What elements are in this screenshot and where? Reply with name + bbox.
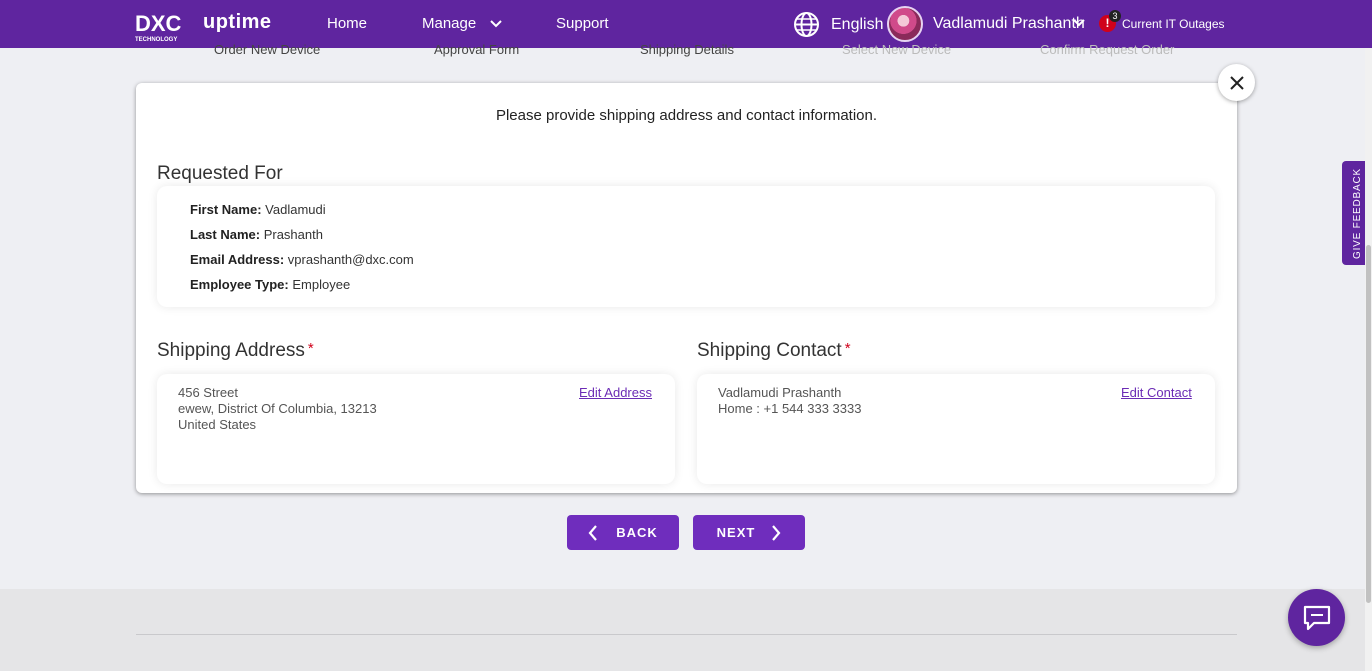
address-line-2: ewew, District Of Columbia, 13213 [178, 401, 377, 416]
first-name-row: First Name: Vadlamudi [190, 202, 326, 217]
close-button[interactable] [1218, 64, 1255, 101]
shipping-contact-title: Shipping Contact * [697, 340, 851, 362]
employee-type-value: Employee [292, 277, 351, 292]
next-button-label: NEXT [716, 525, 756, 540]
edit-contact-link[interactable]: Edit Contact [1121, 385, 1192, 400]
nav-manage-label: Manage [422, 15, 477, 32]
step-confirm-request-order: Confirm Request Order [1040, 42, 1175, 57]
first-name-label: First Name: [190, 202, 262, 217]
app-name: uptime [203, 11, 272, 33]
chevron-left-icon [588, 524, 598, 541]
shipping-details-card: Please provide shipping address and cont… [136, 83, 1237, 493]
language-selector[interactable]: English [831, 16, 883, 34]
back-button[interactable]: BACK [567, 515, 679, 550]
chevron-down-icon[interactable] [1073, 19, 1085, 27]
dxc-logo[interactable]: DXC TECHNOLOGY [135, 11, 195, 43]
chat-icon [1303, 605, 1330, 630]
shipping-contact-title-text: Shipping Contact [697, 340, 842, 361]
chevron-right-icon [772, 524, 781, 541]
address-line-3: United States [178, 417, 257, 432]
last-name-label: Last Name: [190, 227, 261, 242]
employee-type-label: Employee Type: [190, 277, 289, 292]
step-select-new-device: Select New Device [842, 42, 952, 57]
email-row: Email Address: vprashanth@dxc.com [190, 252, 414, 267]
requested-for-panel: First Name: Vadlamudi Last Name: Prashan… [157, 186, 1215, 307]
address-line-1: 456 Street [178, 385, 238, 400]
shipping-address-title: Shipping Address * [157, 340, 314, 362]
email-value: vprashanth@dxc.com [287, 252, 414, 267]
required-marker: * [307, 340, 314, 357]
step-approval-form: Approval Form [434, 42, 520, 57]
contact-phone: Home : +1 544 333 3333 [718, 401, 862, 416]
step-order-new-device: Order New Device [214, 42, 321, 57]
step-shipping-details: Shipping Details [640, 42, 734, 57]
shipping-contact-panel: Vadlamudi Prashanth Home : +1 544 333 33… [697, 374, 1215, 484]
user-avatar[interactable] [887, 6, 923, 42]
last-name-row: Last Name: Prashanth [190, 227, 323, 242]
last-name-value: Prashanth [263, 227, 323, 242]
current-it-outages-link[interactable]: Current IT Outages [1122, 17, 1225, 31]
back-button-label: BACK [616, 525, 658, 540]
close-icon [1229, 75, 1244, 90]
employee-type-row: Employee Type: Employee [190, 277, 350, 292]
nav-home[interactable]: Home [327, 15, 367, 32]
footer-divider [136, 634, 1237, 635]
nav-support[interactable]: Support [556, 15, 609, 32]
top-nav-bar: DXC TECHNOLOGY uptime Home Manage Suppor… [0, 0, 1372, 48]
globe-icon[interactable] [793, 11, 820, 38]
email-label: Email Address: [190, 252, 285, 267]
chat-button[interactable] [1288, 589, 1345, 646]
requested-for-title: Requested For [157, 163, 283, 184]
shipping-address-panel: 456 Street ewew, District Of Columbia, 1… [157, 374, 675, 484]
next-button[interactable]: NEXT [693, 515, 805, 550]
scrollbar-thumb[interactable] [1366, 245, 1371, 603]
chevron-down-icon [490, 20, 503, 28]
instruction-text: Please provide shipping address and cont… [495, 107, 878, 124]
footer [0, 589, 1372, 671]
give-feedback-label: GIVE FEEDBACK [1351, 167, 1363, 259]
user-name[interactable]: Vadlamudi Prashanth [933, 15, 1085, 33]
svg-text:DXC: DXC [135, 11, 182, 36]
shipping-address-title-text: Shipping Address [157, 340, 305, 361]
svg-text:TECHNOLOGY: TECHNOLOGY [135, 37, 177, 43]
first-name-value: Vadlamudi [265, 202, 326, 217]
required-marker: * [844, 340, 851, 357]
nav-manage[interactable]: Manage [422, 15, 503, 32]
contact-name: Vadlamudi Prashanth [718, 385, 842, 400]
edit-address-link[interactable]: Edit Address [579, 385, 652, 400]
alert-count-badge: 3 [1109, 10, 1121, 22]
